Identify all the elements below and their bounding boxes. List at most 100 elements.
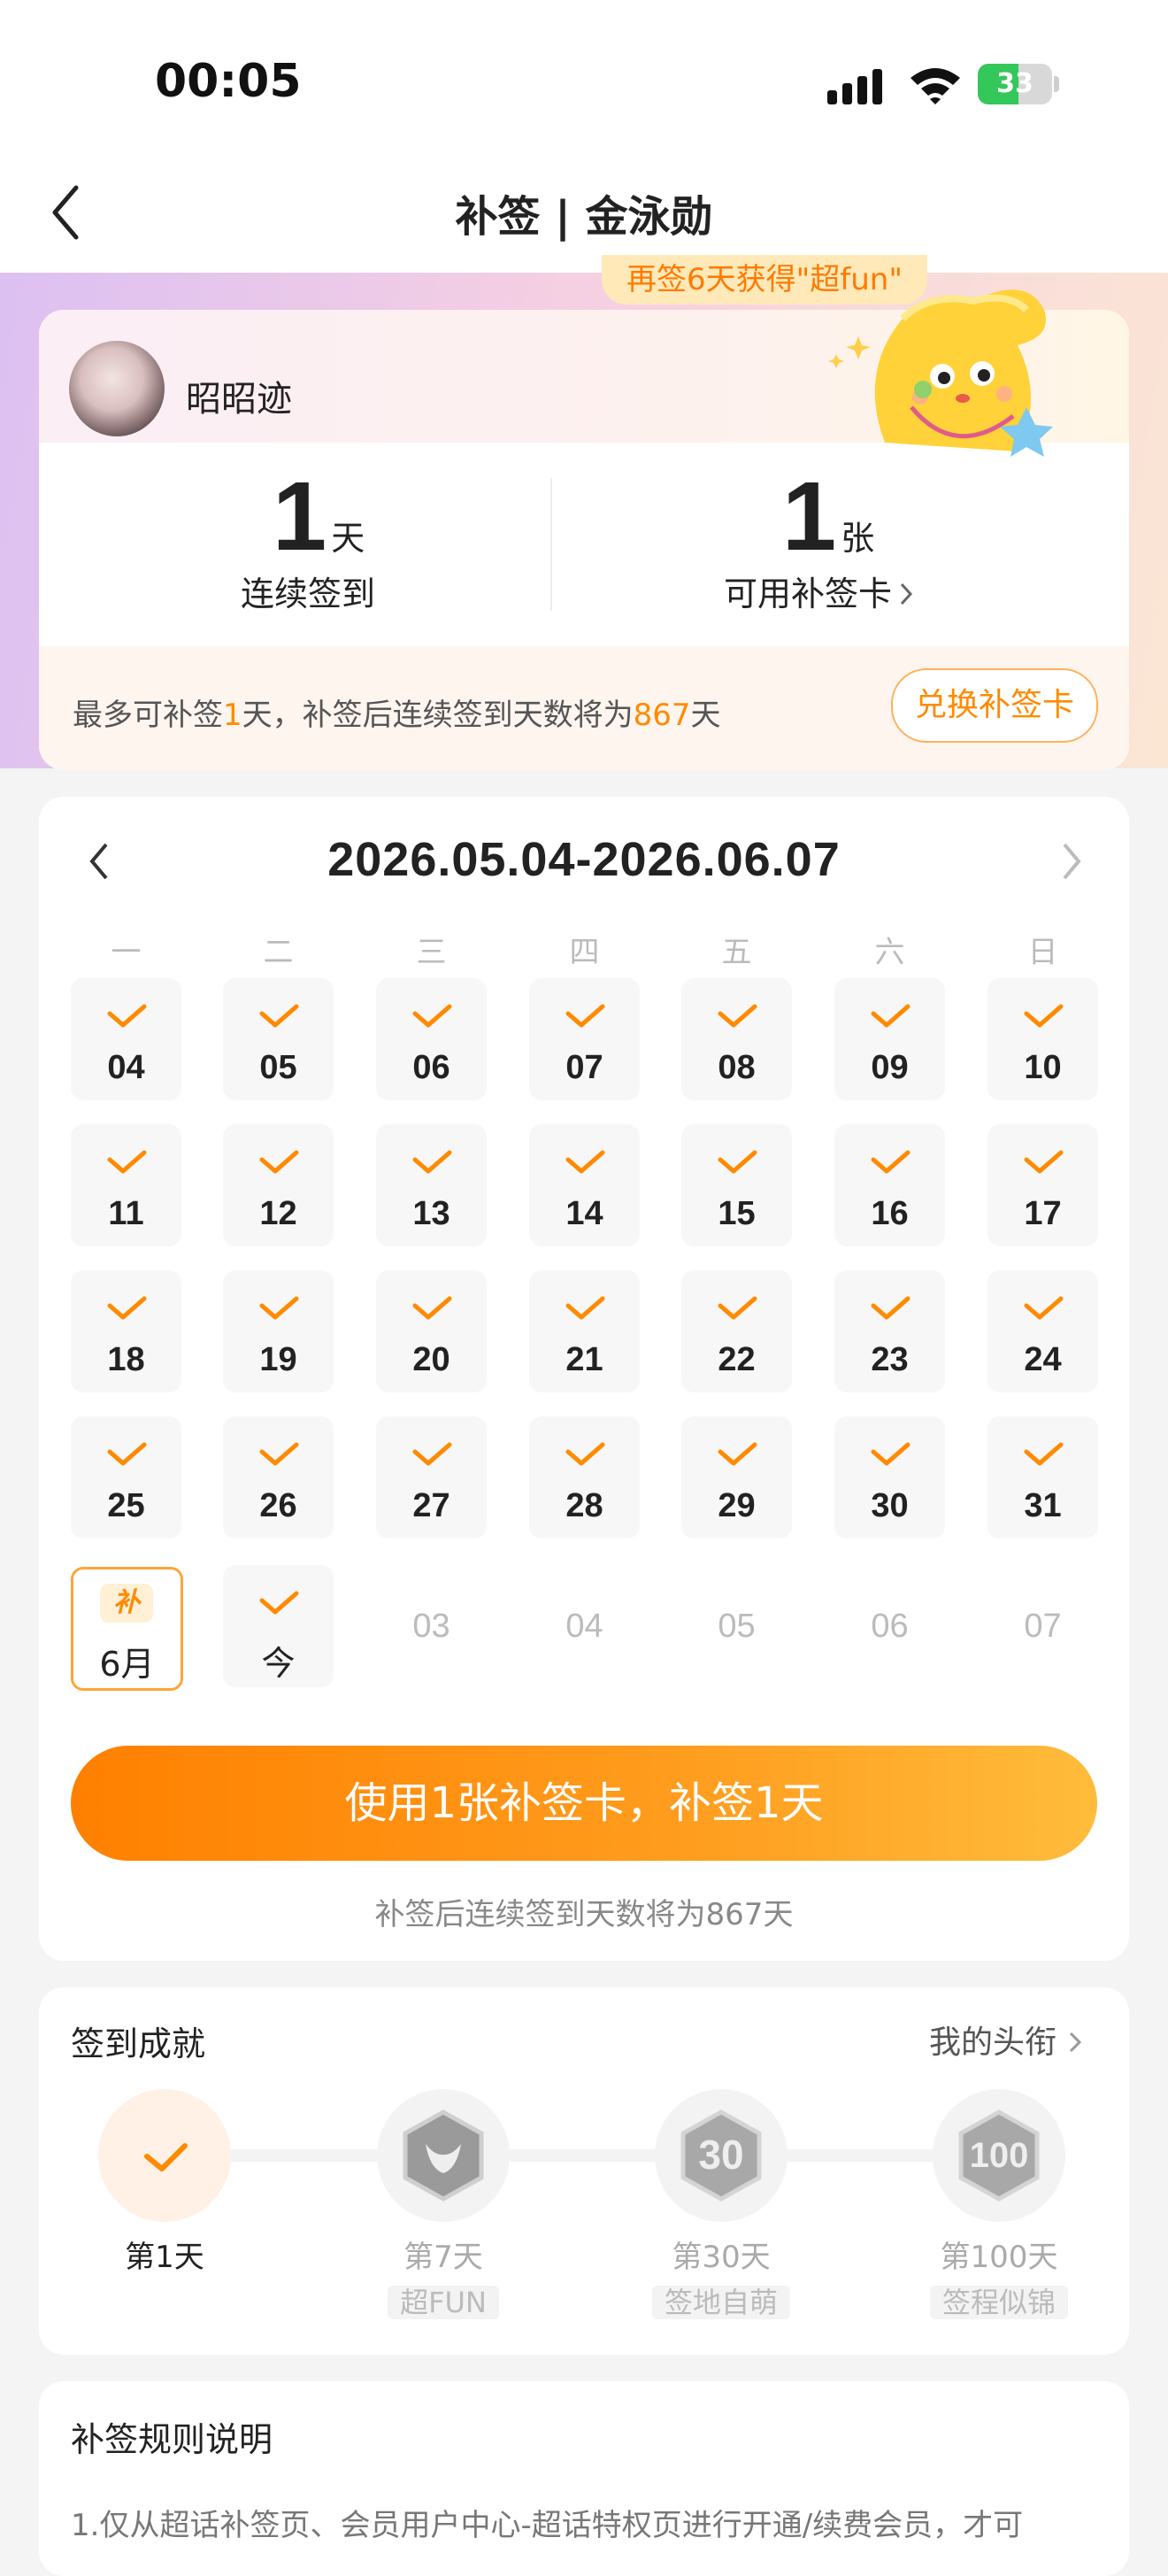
check-icon xyxy=(412,1004,452,1028)
makeup-tip: 最多可补签1天，补签后连续签到天数将为867天 xyxy=(73,690,721,734)
day-number: 26 xyxy=(259,1487,297,1524)
exchange-card-button[interactable]: 兑换补签卡 xyxy=(891,668,1098,743)
calendar-day[interactable]: 07 xyxy=(529,978,640,1100)
check-icon xyxy=(259,1150,299,1174)
calendar-day[interactable]: 29 xyxy=(681,1416,792,1539)
streak-value: 1 xyxy=(273,462,327,571)
calendar-day[interactable]: 25 xyxy=(71,1416,181,1539)
calendar-day[interactable]: 20 xyxy=(376,1270,487,1392)
calendar-day[interactable]: 04 xyxy=(71,978,181,1100)
achievement-tag: 超FUN xyxy=(388,2286,499,2319)
cards-label: 可用补签卡 xyxy=(724,575,893,613)
achievements-title: 签到成就 xyxy=(71,2025,206,2063)
next-range-icon[interactable] xyxy=(1057,839,1084,883)
cards-unit: 张 xyxy=(841,519,875,558)
my-titles-label: 我的头衔 xyxy=(929,2025,1057,2061)
streak-stat: 1 天 xyxy=(273,460,365,573)
achievement-badge-day1[interactable] xyxy=(98,2089,231,2222)
calendar-day[interactable]: 05 xyxy=(223,978,334,1100)
calendar-day[interactable]: 17 xyxy=(987,1124,1098,1246)
calendar-day[interactable]: 18 xyxy=(71,1270,181,1392)
calendar-day[interactable]: 10 xyxy=(987,978,1098,1100)
calendar-day[interactable]: 24 xyxy=(987,1270,1098,1392)
use-makeup-card-button[interactable]: 使用1张补签卡，补签1天 xyxy=(71,1746,1097,1861)
makeup-day-label: 6月 xyxy=(99,1645,155,1684)
svg-text:30: 30 xyxy=(698,2132,743,2178)
check-icon xyxy=(565,1442,605,1466)
day-number: 27 xyxy=(412,1487,450,1524)
tip-prefix: 最多可补签 xyxy=(73,698,223,733)
day-number: 20 xyxy=(412,1341,450,1378)
check-icon xyxy=(412,1442,452,1466)
calendar-day-future: 03 xyxy=(412,1608,450,1645)
divider xyxy=(550,478,552,611)
achievement-badge-day100[interactable]: 100 xyxy=(933,2089,1065,2222)
achievement-tag-wrap: 签地自萌 xyxy=(624,2282,818,2323)
calendar-day[interactable]: 27 xyxy=(376,1416,487,1539)
calendar-day[interactable]: 08 xyxy=(681,978,792,1100)
day-number: 30 xyxy=(871,1487,909,1524)
day-number: 29 xyxy=(718,1487,756,1524)
rules-text: 1.仅从超话补签页、会员用户中心-超话特权页进行开通/续费会员，才可 xyxy=(71,2508,1024,2543)
calendar-day[interactable]: 15 xyxy=(681,1124,792,1246)
calendar-day[interactable]: 19 xyxy=(223,1270,334,1392)
avatar[interactable] xyxy=(69,341,165,436)
achievement-tag: 签地自萌 xyxy=(651,2286,790,2319)
calendar-day[interactable]: 22 xyxy=(681,1270,792,1392)
achievement-progress-line xyxy=(166,2149,998,2162)
100-days-hexagon-badge-icon: 100 xyxy=(958,2109,1040,2202)
day-number: 09 xyxy=(871,1049,909,1086)
mascot-illustration xyxy=(828,289,1053,457)
calendar-day[interactable]: 21 xyxy=(529,1270,640,1392)
check-icon xyxy=(259,1296,299,1320)
day-number: 07 xyxy=(565,1049,603,1086)
achievement-label: 第7天 xyxy=(403,2240,483,2275)
cards-stat: 1 张 xyxy=(782,460,874,573)
check-icon xyxy=(718,1442,757,1466)
weekday-header: 日 xyxy=(1027,935,1058,970)
check-icon xyxy=(871,1150,911,1174)
calendar-day[interactable]: 23 xyxy=(834,1270,945,1392)
fun-hexagon-badge-icon xyxy=(403,2109,484,2202)
streak-unit: 天 xyxy=(331,519,365,558)
check-icon xyxy=(144,2143,188,2171)
calendar-day-future: 05 xyxy=(718,1608,756,1645)
day-number: 24 xyxy=(1024,1341,1062,1378)
calendar-day[interactable]: 30 xyxy=(834,1416,945,1539)
status-time: 00:05 xyxy=(155,55,302,108)
achievement-badge-day7[interactable] xyxy=(377,2089,510,2222)
achievement-badge-day30[interactable]: 30 xyxy=(655,2089,788,2222)
day-number: 04 xyxy=(107,1049,145,1086)
calendar-day[interactable]: 09 xyxy=(834,978,945,1100)
check-icon xyxy=(107,1296,147,1320)
calendar-day[interactable]: 12 xyxy=(223,1124,334,1246)
calendar-day[interactable]: 28 xyxy=(529,1416,640,1539)
calendar-day-today[interactable]: 今 xyxy=(223,1565,334,1687)
calendar-day[interactable]: 26 xyxy=(223,1416,334,1539)
calendar-day[interactable]: 13 xyxy=(376,1124,487,1246)
check-icon xyxy=(107,1442,147,1466)
cards-value: 1 xyxy=(782,462,837,571)
makeup-day-june[interactable]: 补 6月 xyxy=(71,1567,183,1691)
day-number: 06 xyxy=(412,1049,450,1086)
day-number: 10 xyxy=(1024,1049,1062,1086)
achievement-label: 第30天 xyxy=(672,2240,771,2275)
day-number: 18 xyxy=(107,1341,145,1378)
check-icon xyxy=(871,1296,911,1320)
calendar-day[interactable]: 14 xyxy=(529,1124,640,1246)
day-number: 15 xyxy=(718,1195,756,1232)
cards-link[interactable]: 可用补签卡 xyxy=(724,567,916,615)
rules-card xyxy=(39,2381,1129,2576)
calendar-day[interactable]: 16 xyxy=(834,1124,945,1246)
calendar-day-future: 04 xyxy=(565,1608,603,1645)
check-icon xyxy=(718,1004,757,1028)
calendar-day[interactable]: 06 xyxy=(376,978,487,1100)
my-titles-link[interactable]: 我的头衔 xyxy=(929,2017,1084,2063)
check-icon xyxy=(565,1296,605,1320)
achievement-label: 第100天 xyxy=(940,2240,1058,2275)
tip-days: 1 xyxy=(223,698,242,733)
calendar-day[interactable]: 31 xyxy=(987,1416,1098,1539)
calendar-day[interactable]: 11 xyxy=(71,1124,181,1246)
calendar-range: 2026.05.04-2026.06.07 xyxy=(327,833,841,886)
check-icon xyxy=(107,1004,147,1028)
